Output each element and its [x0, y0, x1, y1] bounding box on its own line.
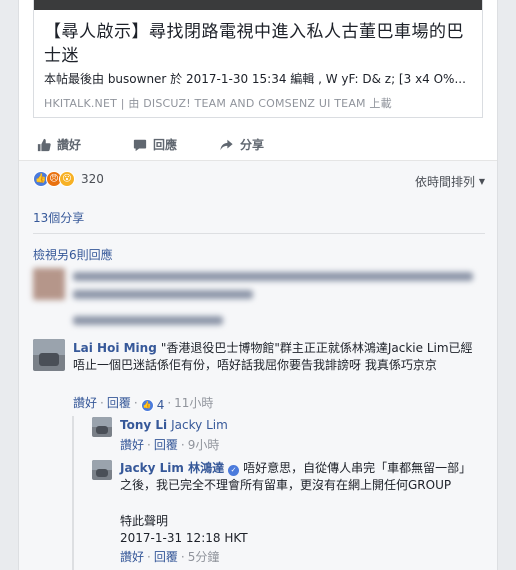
- verified-badge-icon: ✓: [228, 465, 240, 476]
- comment-author[interactable]: Jacky Lim 林鴻達: [120, 461, 224, 475]
- caret-down-icon: ▼: [478, 177, 485, 186]
- link-description: 本帖最後由 busowner 於 2017-1-30 15:34 編輯 , W …: [44, 72, 466, 86]
- comment-reply-link[interactable]: 回覆: [154, 438, 178, 452]
- comment-like-link[interactable]: 讚好: [73, 396, 97, 410]
- comment-reply-link[interactable]: 回覆: [107, 396, 131, 410]
- comment-icon: [133, 139, 147, 151]
- share-button[interactable]: 分享: [219, 136, 264, 153]
- reply-thread-line: [72, 416, 74, 570]
- comment-time[interactable]: 11小時: [174, 396, 213, 410]
- comment-meta: 讚好 · 回覆 · 9小時: [120, 438, 220, 452]
- sort-dropdown[interactable]: 依時間排列 ▼: [415, 173, 485, 190]
- avatar[interactable]: [92, 460, 112, 480]
- link-title[interactable]: 【尋人啟示】尋找閉路電視中進入私人古董巴車場的巴士迷: [44, 20, 474, 68]
- shares-count[interactable]: 13個分享: [33, 209, 84, 226]
- comment-text-line3: 2017-1-31 12:18 HKT: [120, 531, 248, 545]
- mention-link[interactable]: Jacky Lim: [171, 418, 228, 432]
- comment-time[interactable]: 5分鐘: [188, 550, 220, 564]
- comment-meta: 讚好 · 回覆 · 👍 4 · 11小時: [73, 396, 214, 412]
- post-card: 【尋人啟示】尋找閉路電視中進入私人古董巴車場的巴士迷 本帖最後由 busowne…: [18, 0, 498, 570]
- thumbs-up-icon: [37, 138, 51, 151]
- comment-time[interactable]: 9小時: [188, 438, 220, 452]
- link-source: HKITALK.NET | 由 DISCUZ! TEAM AND COMSENZ…: [44, 97, 392, 110]
- share-arrow-icon: [220, 139, 233, 150]
- comment-author[interactable]: Tony Li: [120, 418, 167, 432]
- view-more-comments[interactable]: 檢視另6則回應: [33, 246, 113, 263]
- like-button[interactable]: 讚好: [37, 136, 81, 153]
- reactions-summary[interactable]: 👍 😠 😮 320: [33, 171, 104, 187]
- post-actions-bar: 讚好 回應 分享: [33, 130, 483, 160]
- link-preview-card[interactable]: 【尋人啟示】尋找閉路電視中進入私人古董巴車場的巴士迷 本帖最後由 busowne…: [33, 0, 483, 118]
- comment-button[interactable]: 回應: [133, 136, 177, 153]
- link-preview-image: [34, 0, 482, 10]
- like-icon: 👍: [140, 398, 154, 412]
- blurred-comment: [33, 266, 483, 336]
- comment-reply-link[interactable]: 回覆: [154, 550, 178, 564]
- comments-section: 👍 😠 😮 320 依時間排列 ▼ 13個分享 檢視另6則回應 Lai Hoi …: [19, 161, 497, 570]
- wow-icon: 😮: [59, 171, 75, 187]
- avatar[interactable]: [33, 339, 65, 371]
- reaction-count: 320: [81, 172, 104, 186]
- blurred-avatar: [33, 268, 65, 300]
- shares-divider: [33, 233, 485, 234]
- comment-like-count[interactable]: 👍 4: [140, 398, 164, 412]
- share-label: 分享: [240, 138, 265, 152]
- comment-text-line2: 特此聲明: [120, 514, 169, 528]
- comment-like-link[interactable]: 讚好: [120, 550, 144, 564]
- like-label: 讚好: [57, 138, 82, 152]
- comment-meta: 讚好 · 回覆 · 5分鐘: [120, 550, 220, 564]
- comment-author[interactable]: Lai Hoi Ming: [73, 341, 157, 355]
- comment-label: 回應: [153, 138, 178, 152]
- avatar[interactable]: [92, 417, 112, 437]
- sort-label: 依時間排列: [415, 175, 476, 189]
- comment-like-link[interactable]: 讚好: [120, 438, 144, 452]
